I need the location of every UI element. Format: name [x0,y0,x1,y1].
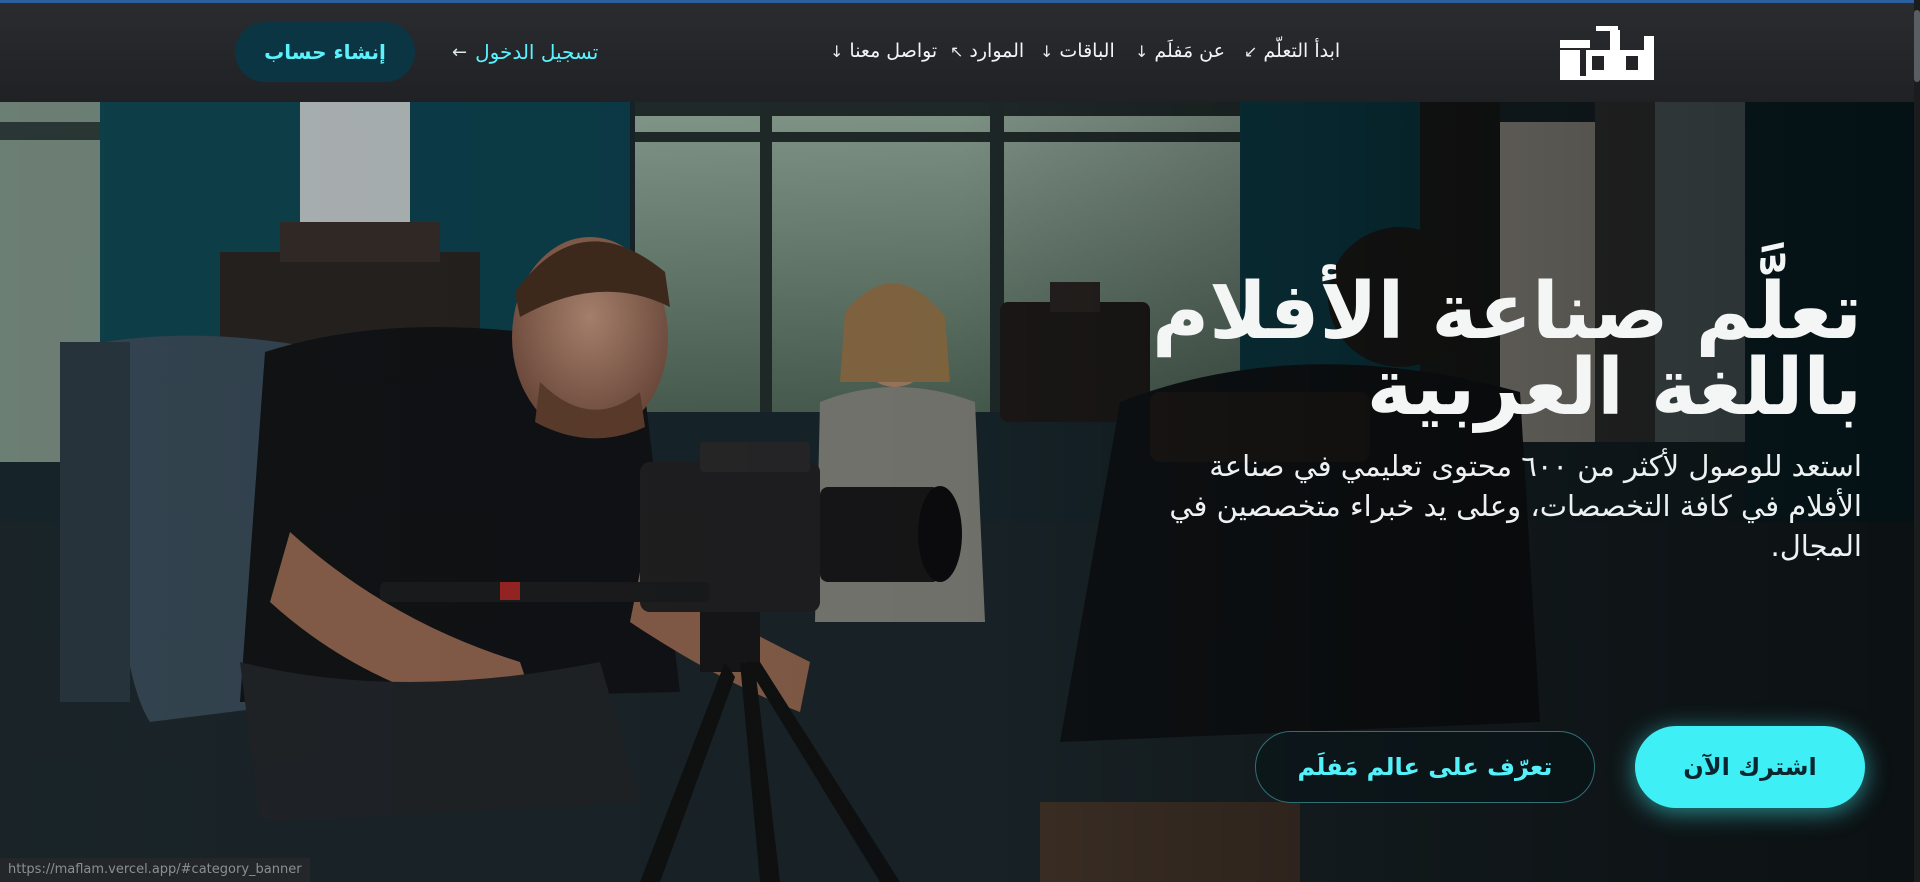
page: ابدأ التعلّم ↙ عن مَفلَم ↓ الباقات ↓ الم… [0,0,1920,882]
status-bar-url: https://maflam.vercel.app/#category_bann… [0,858,310,882]
arrow-down-left-icon: ↙ [1244,41,1258,61]
main-nav: ابدأ التعلّم ↙ عن مَفلَم ↓ الباقات ↓ الم… [820,36,1360,66]
nav-item-contact[interactable]: تواصل معنا ↓ [830,36,937,66]
hero-description: استعد للوصول لأكثر من ٦٠٠ محتوى تعليمي ف… [1169,449,1862,563]
scrollbar-thumb[interactable] [1914,10,1920,82]
nav-item-label: تواصل معنا [849,40,938,62]
maflam-logo-icon[interactable] [1560,26,1662,80]
login-label: تسجيل الدخول [475,40,599,64]
arrow-down-icon: ↓ [1040,41,1054,61]
subscribe-now-button[interactable]: اشترك الآن [1635,726,1865,808]
nav-item-packages[interactable]: الباقات ↓ [1040,36,1115,66]
nav-item-start-learning[interactable]: ابدأ التعلّم ↙ [1244,36,1340,66]
site-header: ابدأ التعلّم ↙ عن مَفلَم ↓ الباقات ↓ الم… [0,0,1920,102]
page-scrollbar[interactable] [1914,0,1920,882]
signup-button[interactable]: إنشاء حساب [235,22,415,82]
arrow-down-icon: ↓ [1135,41,1149,61]
hero-title-line-1: تعلَّم صناعة الأفلام [1152,267,1862,357]
top-accent-line [0,0,1920,3]
nav-item-label: الباقات [1059,40,1115,62]
hero-title: تعلَّم صناعة الأفلام باللغة العربية [1102,267,1862,433]
nav-item-label: ابدأ التعلّم [1263,40,1341,62]
nav-item-about[interactable]: عن مَفلَم ↓ [1135,36,1225,66]
nav-item-label: عن مَفلَم [1154,40,1225,62]
arrow-up-left-icon: ↖ [950,41,964,61]
discover-maflam-button[interactable]: تعرّف على عالم مَفلَم [1255,731,1595,803]
arrow-left-icon: ← [452,41,468,63]
nav-item-label: الموارد [969,40,1025,62]
nav-item-resources[interactable]: الموارد ↖ [950,36,1024,66]
hero-title-line-2: باللغة العربية [1366,343,1862,433]
arrow-down-icon: ↓ [830,41,844,61]
login-link[interactable]: تسجيل الدخول ← [452,36,598,68]
